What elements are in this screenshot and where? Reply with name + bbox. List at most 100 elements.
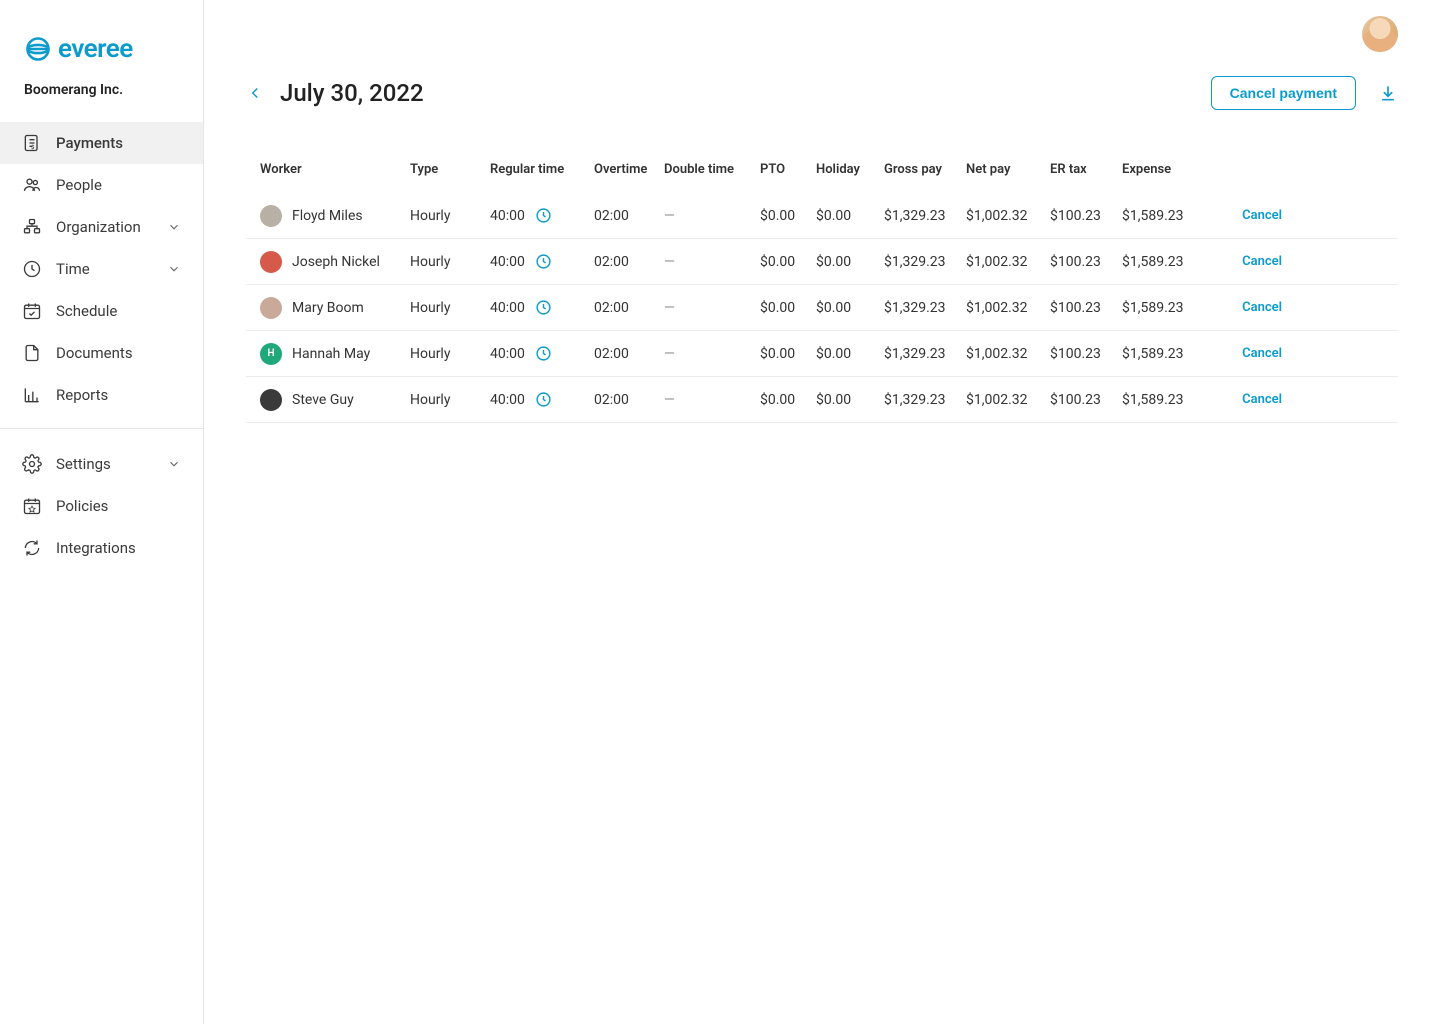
- cell-holiday: $0.00: [816, 346, 884, 362]
- sidebar-item-documents[interactable]: Documents: [0, 332, 203, 374]
- logo: everee: [0, 0, 203, 82]
- col-er: ER tax: [1050, 162, 1122, 177]
- cell-regular: 40:00: [490, 207, 594, 224]
- cell-gross: $1,329.23: [884, 346, 966, 362]
- cell-er: $100.23: [1050, 254, 1122, 270]
- clock-icon[interactable]: [535, 391, 552, 408]
- cell-er: $100.23: [1050, 208, 1122, 224]
- table-row[interactable]: Joseph NickelHourly40:0002:00—$0.00$0.00…: [246, 239, 1398, 285]
- table-row[interactable]: Floyd MilesHourly40:0002:00—$0.00$0.00$1…: [246, 193, 1398, 239]
- sidebar-item-label: Documents: [56, 344, 133, 362]
- sidebar-item-label: Policies: [56, 497, 108, 515]
- sidebar: everee Boomerang Inc. $ Payments People …: [0, 0, 204, 1024]
- cell-net: $1,002.32: [966, 392, 1050, 408]
- logo-text: everee: [58, 34, 133, 64]
- cell-type: Hourly: [410, 208, 490, 224]
- clock-icon[interactable]: [535, 253, 552, 270]
- cell-type: Hourly: [410, 392, 490, 408]
- cell-worker: Floyd Miles: [260, 205, 410, 227]
- sidebar-item-policies[interactable]: Policies: [0, 485, 203, 527]
- sidebar-item-reports[interactable]: Reports: [0, 374, 203, 416]
- cell-overtime: 02:00: [594, 208, 664, 224]
- worker-name: Steve Guy: [292, 392, 354, 408]
- worker-name: Floyd Miles: [292, 208, 363, 224]
- worker-avatar: [260, 389, 282, 411]
- clock-icon[interactable]: [535, 345, 552, 362]
- cell-regular: 40:00: [490, 345, 594, 362]
- download-button[interactable]: [1378, 83, 1398, 103]
- chevron-left-icon: [246, 84, 264, 102]
- cancel-row-button[interactable]: Cancel: [1212, 392, 1282, 407]
- cell-holiday: $0.00: [816, 254, 884, 270]
- cell-gross: $1,329.23: [884, 254, 966, 270]
- worker-avatar: [260, 251, 282, 273]
- cell-regular: 40:00: [490, 253, 594, 270]
- sidebar-item-time[interactable]: Time: [0, 248, 203, 290]
- cell-worker: Steve Guy: [260, 389, 410, 411]
- worker-avatar: [260, 297, 282, 319]
- worker-name: Hannah May: [292, 346, 370, 362]
- cell-er: $100.23: [1050, 392, 1122, 408]
- sidebar-item-payments[interactable]: $ Payments: [0, 122, 203, 164]
- cell-worker: Joseph Nickel: [260, 251, 410, 273]
- cell-holiday: $0.00: [816, 300, 884, 316]
- sidebar-item-label: Settings: [56, 455, 111, 473]
- col-expense: Expense: [1122, 162, 1212, 177]
- cancel-row-button[interactable]: Cancel: [1212, 208, 1282, 223]
- cell-holiday: $0.00: [816, 392, 884, 408]
- cell-type: Hourly: [410, 300, 490, 316]
- cell-net: $1,002.32: [966, 300, 1050, 316]
- regular-value: 40:00: [490, 254, 525, 270]
- col-worker: Worker: [260, 162, 410, 177]
- cell-net: $1,002.32: [966, 208, 1050, 224]
- sidebar-item-people[interactable]: People: [0, 164, 203, 206]
- cell-type: Hourly: [410, 254, 490, 270]
- reports-icon: [22, 385, 42, 405]
- regular-value: 40:00: [490, 346, 525, 362]
- cell-double: —: [664, 300, 760, 316]
- back-button[interactable]: [246, 84, 280, 102]
- cell-er: $100.23: [1050, 346, 1122, 362]
- documents-icon: [22, 343, 42, 363]
- clock-icon[interactable]: [535, 207, 552, 224]
- cell-double: —: [664, 392, 760, 408]
- col-holiday: Holiday: [816, 162, 884, 177]
- cell-overtime: 02:00: [594, 300, 664, 316]
- col-type: Type: [410, 162, 490, 177]
- chevron-down-icon: [167, 220, 181, 234]
- cell-pto: $0.00: [760, 300, 816, 316]
- cell-er: $100.23: [1050, 300, 1122, 316]
- worker-name: Joseph Nickel: [292, 254, 380, 270]
- cancel-row-button[interactable]: Cancel: [1212, 346, 1282, 361]
- col-regular: Regular time: [490, 162, 594, 177]
- sidebar-item-schedule[interactable]: Schedule: [0, 290, 203, 332]
- table-row[interactable]: Mary BoomHourly40:0002:00—$0.00$0.00$1,3…: [246, 285, 1398, 331]
- sidebar-item-label: Payments: [56, 134, 123, 152]
- col-gross: Gross pay: [884, 162, 966, 177]
- sidebar-item-organization[interactable]: Organization: [0, 206, 203, 248]
- cell-regular: 40:00: [490, 299, 594, 316]
- cancel-row-button[interactable]: Cancel: [1212, 300, 1282, 315]
- sidebar-item-integrations[interactable]: Integrations: [0, 527, 203, 569]
- worker-name: Mary Boom: [292, 300, 364, 316]
- cancel-row-button[interactable]: Cancel: [1212, 254, 1282, 269]
- table-row[interactable]: HHannah MayHourly40:0002:00—$0.00$0.00$1…: [246, 331, 1398, 377]
- cell-type: Hourly: [410, 346, 490, 362]
- policies-icon: [22, 496, 42, 516]
- cell-pto: $0.00: [760, 208, 816, 224]
- sidebar-item-settings[interactable]: Settings: [0, 443, 203, 485]
- col-pto: PTO: [760, 162, 816, 177]
- sidebar-item-label: Organization: [56, 218, 141, 236]
- download-icon: [1378, 83, 1398, 103]
- payments-table: Worker Type Regular time Overtime Double…: [246, 162, 1398, 423]
- clock-icon[interactable]: [535, 299, 552, 316]
- nav-secondary: Settings Policies Integrations: [0, 428, 203, 575]
- sidebar-item-label: Reports: [56, 386, 108, 404]
- cancel-payment-button[interactable]: Cancel payment: [1211, 76, 1356, 110]
- user-avatar[interactable]: [1362, 16, 1398, 52]
- table-row[interactable]: Steve GuyHourly40:0002:00—$0.00$0.00$1,3…: [246, 377, 1398, 423]
- cell-holiday: $0.00: [816, 208, 884, 224]
- regular-value: 40:00: [490, 300, 525, 316]
- cell-expense: $1,589.23: [1122, 300, 1212, 316]
- cell-double: —: [664, 346, 760, 362]
